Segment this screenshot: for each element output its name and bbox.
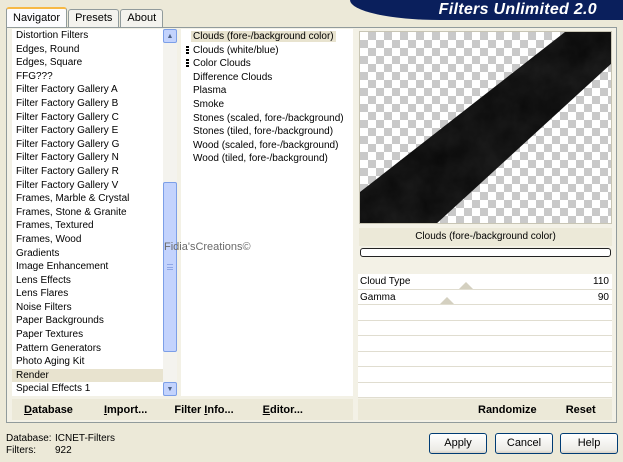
preview-image bbox=[359, 31, 612, 224]
category-item[interactable]: Lens Effects bbox=[12, 274, 177, 288]
category-item[interactable]: Noise Filters bbox=[12, 301, 177, 315]
filter-info-button[interactable]: Filter Info... bbox=[174, 404, 233, 416]
parameter-panel: Cloud Type 110 Gamma 90 bbox=[358, 274, 612, 398]
filter-item-label: Color Clouds bbox=[193, 58, 251, 70]
category-item[interactable]: Photo Aging Kit bbox=[12, 355, 177, 369]
bookmark-icon bbox=[186, 59, 189, 69]
tab-strip: Navigator Presets About bbox=[6, 4, 164, 29]
scroll-up-icon[interactable]: ▲ bbox=[163, 29, 177, 43]
category-item[interactable]: Edges, Square bbox=[12, 56, 177, 70]
filter-item[interactable]: Plasma bbox=[181, 84, 353, 98]
category-item[interactable]: Paper Textures bbox=[12, 328, 177, 342]
param-label: Gamma bbox=[360, 291, 396, 303]
database-button[interactable]: Database bbox=[24, 404, 73, 416]
filter-item[interactable]: Stones (tiled, fore-/background) bbox=[181, 125, 353, 139]
tab-navigator[interactable]: Navigator bbox=[6, 7, 68, 29]
filters-count-value: 922 bbox=[55, 445, 72, 456]
reset-button[interactable]: Reset bbox=[566, 404, 596, 416]
filter-toolbar: Database Import... Filter Info... Editor… bbox=[12, 399, 353, 420]
filter-item[interactable]: Clouds (white/blue) bbox=[181, 44, 353, 58]
category-item[interactable]: Filter Factory Gallery G bbox=[12, 138, 177, 152]
preview-caption: Clouds (fore-/background color) bbox=[359, 228, 612, 246]
filter-item[interactable]: Wood (scaled, fore-/background) bbox=[181, 139, 353, 153]
param-row-empty bbox=[358, 320, 612, 336]
param-row-empty bbox=[358, 367, 612, 383]
filter-item-label: Stones (scaled, fore-/background) bbox=[193, 112, 344, 124]
category-item[interactable]: Frames, Marble & Crystal bbox=[12, 192, 177, 206]
randomize-button[interactable]: Randomize bbox=[478, 404, 537, 416]
param-row-cloud-type[interactable]: Cloud Type 110 bbox=[358, 274, 612, 290]
filter-item-label: Plasma bbox=[193, 85, 227, 97]
import-button[interactable]: Import... bbox=[104, 404, 147, 416]
filter-item[interactable]: Stones (scaled, fore-/background) bbox=[181, 112, 353, 126]
category-item[interactable]: Frames, Textured bbox=[12, 219, 177, 233]
category-item[interactable]: Gradients bbox=[12, 247, 177, 261]
status-info: Database: ICNET-Filters Filters: 922 bbox=[6, 433, 115, 457]
param-row-gamma[interactable]: Gamma 90 bbox=[358, 289, 612, 305]
database-label: Database: bbox=[6, 433, 52, 444]
category-item[interactable]: Edges, Round bbox=[12, 43, 177, 57]
watermark: Fidia'sCreations© bbox=[164, 241, 251, 253]
category-item[interactable]: Frames, Wood bbox=[12, 233, 177, 247]
category-item[interactable]: Distortion Filters bbox=[12, 29, 177, 43]
help-button[interactable]: Help bbox=[560, 433, 618, 454]
param-value: 110 bbox=[593, 276, 609, 287]
apply-button[interactable]: Apply bbox=[429, 433, 487, 454]
editor-button[interactable]: Editor... bbox=[263, 404, 303, 416]
cloud-type-slider-thumb[interactable] bbox=[459, 282, 473, 289]
database-value: ICNET-Filters bbox=[55, 433, 115, 444]
app-banner: Filters Unlimited 2.0 bbox=[350, 0, 623, 20]
category-scrollbar[interactable]: ▲ ▼ bbox=[163, 29, 177, 396]
category-item[interactable]: Image Enhancement bbox=[12, 260, 177, 274]
grip-icon bbox=[167, 264, 173, 270]
category-item[interactable]: Filter Factory Gallery V bbox=[12, 179, 177, 193]
tab-presets[interactable]: Presets bbox=[68, 9, 120, 28]
category-item[interactable]: Filter Factory Gallery N bbox=[12, 151, 177, 165]
app-title: Filters Unlimited 2.0 bbox=[438, 1, 597, 18]
filter-item[interactable]: Clouds (fore-/background color) bbox=[181, 30, 353, 44]
tab-about[interactable]: About bbox=[120, 9, 164, 28]
progress-bar bbox=[360, 248, 611, 257]
category-item[interactable]: Special Effects 1 bbox=[12, 382, 177, 396]
category-item[interactable]: FFG??? bbox=[12, 70, 177, 84]
category-item[interactable]: Filter Factory Gallery A bbox=[12, 83, 177, 97]
category-list[interactable]: Distortion Filters Edges, Round Edges, Squ… bbox=[12, 29, 177, 396]
param-row-empty bbox=[358, 382, 612, 398]
filter-item-label: Smoke bbox=[193, 98, 225, 110]
param-row-empty bbox=[358, 305, 612, 321]
category-item[interactable]: Filter Factory Gallery R bbox=[12, 165, 177, 179]
filter-list[interactable]: Clouds (fore-/background color) Clouds (w… bbox=[181, 29, 353, 396]
category-item[interactable]: Pattern Generators bbox=[12, 342, 177, 356]
filter-item[interactable]: Wood (tiled, fore-/background) bbox=[181, 152, 353, 166]
filter-item[interactable]: Difference Clouds bbox=[181, 71, 353, 85]
filter-item-label: Clouds (fore-/background color) bbox=[191, 31, 336, 42]
category-item[interactable]: Paper Backgrounds bbox=[12, 314, 177, 328]
filter-item[interactable]: Smoke bbox=[181, 98, 353, 112]
param-value: 90 bbox=[597, 291, 609, 303]
category-item[interactable]: Render bbox=[12, 368, 175, 383]
filter-item-label: Wood (scaled, fore-/background) bbox=[193, 139, 339, 151]
filter-item-label: Difference Clouds bbox=[193, 71, 273, 83]
category-item[interactable]: Lens Flares bbox=[12, 287, 177, 301]
category-item[interactable]: Filter Factory Gallery E bbox=[12, 124, 177, 138]
scroll-thumb[interactable] bbox=[163, 182, 177, 352]
gamma-slider-thumb[interactable] bbox=[440, 297, 454, 304]
filter-item[interactable]: Color Clouds bbox=[181, 57, 353, 71]
filter-item-label: Stones (tiled, fore-/background) bbox=[193, 126, 334, 138]
param-row-empty bbox=[358, 351, 612, 367]
clouds-preview bbox=[360, 32, 611, 223]
param-toolbar: Randomize Reset bbox=[358, 399, 612, 420]
filter-item-label: Clouds (white/blue) bbox=[193, 44, 279, 56]
bookmark-icon bbox=[186, 45, 189, 55]
category-item[interactable]: Frames, Stone & Granite bbox=[12, 206, 177, 220]
scroll-down-icon[interactable]: ▼ bbox=[163, 382, 177, 396]
category-item[interactable]: Filter Factory Gallery B bbox=[12, 97, 177, 111]
param-row-empty bbox=[358, 336, 612, 352]
filter-item-label: Wood (tiled, fore-/background) bbox=[193, 153, 328, 165]
category-item[interactable]: Filter Factory Gallery C bbox=[12, 111, 177, 125]
cancel-button[interactable]: Cancel bbox=[495, 433, 553, 454]
filters-count-label: Filters: bbox=[6, 445, 36, 456]
param-label: Cloud Type bbox=[360, 276, 411, 287]
